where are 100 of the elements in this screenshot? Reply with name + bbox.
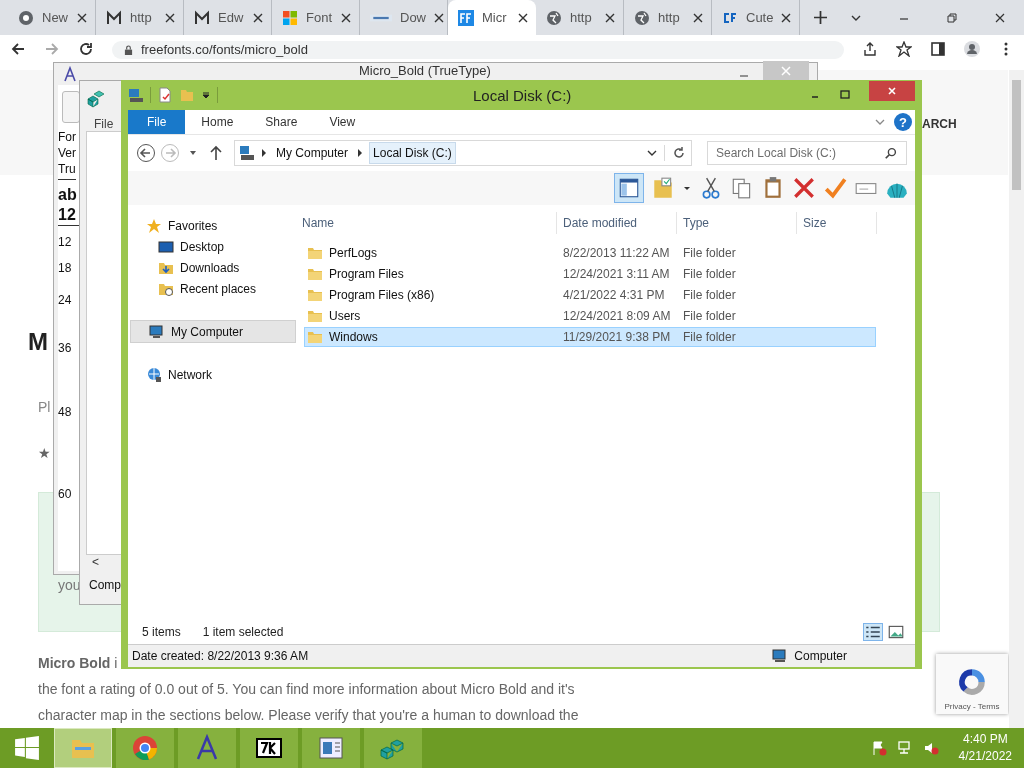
column-header[interactable]: Name <box>296 212 557 234</box>
lock-icon[interactable] <box>124 44 133 56</box>
nav-item[interactable]: My Computer <box>130 320 296 343</box>
computer-icon[interactable] <box>128 87 144 103</box>
column-header[interactable]: Type <box>677 212 797 234</box>
file-row[interactable]: Program Files (x86) 4/21/2022 4:31 PM File folder <box>304 285 876 305</box>
close-icon[interactable] <box>165 12 175 23</box>
back-icon[interactable] <box>10 41 26 57</box>
dropdown-icon[interactable] <box>201 90 211 100</box>
address-field[interactable]: freefonts.co/fonts/micro_bold <box>112 41 844 59</box>
cubes-icon <box>86 89 106 109</box>
nav-item[interactable]: Downloads <box>128 257 296 278</box>
side-panel-icon[interactable] <box>930 41 946 57</box>
close-icon <box>781 66 791 76</box>
file-row[interactable]: PerfLogs 8/22/2013 11:22 AM File folder <box>304 243 876 263</box>
close-icon[interactable] <box>693 12 703 23</box>
chrome-icon <box>131 734 159 762</box>
nav-item[interactable]: Favorites <box>128 215 296 236</box>
search-field[interactable]: Search Local Disk (C:) <box>707 141 907 165</box>
address-field[interactable]: My Computer Local Disk (C:) <box>234 140 692 166</box>
preview-pane-icon[interactable] <box>614 173 644 203</box>
folder-options-icon[interactable] <box>651 176 675 200</box>
ff-logo-icon <box>458 9 474 26</box>
computer-icon <box>149 323 165 340</box>
taskbar-app[interactable] <box>240 728 298 768</box>
close-icon[interactable] <box>605 12 615 23</box>
help-button[interactable]: ? <box>894 113 912 131</box>
reload-icon[interactable] <box>78 41 94 57</box>
network-icon[interactable] <box>896 740 913 756</box>
restore-icon[interactable] <box>946 11 958 24</box>
scroll-left-button[interactable]: < <box>92 555 99 569</box>
details-view-icon[interactable] <box>863 623 883 641</box>
nav-item[interactable]: Recent places <box>128 278 296 299</box>
start-icon[interactable] <box>14 735 40 761</box>
ribbon-tab[interactable]: Share <box>249 110 314 134</box>
new-tab-icon[interactable] <box>814 11 827 24</box>
desktop-icon <box>158 238 174 255</box>
globe-icon <box>634 9 650 26</box>
file-row[interactable]: Users 12/24/2021 8:09 AM File folder <box>304 306 876 326</box>
breadcrumb-item[interactable]: Local Disk (C:) <box>369 142 456 164</box>
chevron-right-icon[interactable] <box>357 148 364 158</box>
m-letter-icon <box>194 9 210 26</box>
page-text: Micro Bold i <box>38 654 118 673</box>
page-heading: M <box>28 328 48 356</box>
close-icon[interactable] <box>781 12 792 23</box>
ribbon-tab[interactable]: File <box>128 110 186 134</box>
breadcrumb-item[interactable]: My Computer <box>273 143 352 163</box>
date-text: 12/24/2021 3:11 AM <box>563 267 671 281</box>
close-icon[interactable] <box>994 11 1006 24</box>
close-icon[interactable] <box>77 12 87 23</box>
scrollbar[interactable] <box>1009 70 1024 728</box>
profile-icon[interactable] <box>964 41 980 57</box>
type-text: File folder <box>683 267 737 281</box>
close-icon <box>886 85 898 97</box>
close-icon[interactable] <box>341 12 351 23</box>
page-text: character map in the sections below. Please verify that you're a human to download the <box>38 706 579 725</box>
menu-item[interactable]: File <box>94 117 114 131</box>
details-text: Date created: 8/22/2013 9:36 AM <box>132 649 309 663</box>
flag-alert-icon[interactable] <box>870 740 887 756</box>
file-row[interactable]: Windows 11/29/2021 9:38 PM File folder <box>304 327 876 347</box>
bookmark-star-icon[interactable] <box>896 41 912 57</box>
file-name: Users <box>329 309 361 323</box>
font-info-text: Ver <box>58 145 76 161</box>
search-icon <box>884 146 898 160</box>
column-header[interactable]: Date modified <box>557 212 677 234</box>
status-text: Comp <box>89 578 121 592</box>
file-row[interactable]: Program Files 12/24/2021 3:11 AM File folder <box>304 264 876 284</box>
file-name: Program Files <box>329 267 404 281</box>
close-button[interactable] <box>869 81 915 101</box>
ribbon-tab[interactable]: View <box>313 110 372 134</box>
recaptcha-badge[interactable]: Privacy - Terms <box>936 654 1008 714</box>
column-header[interactable]: Size <box>797 212 877 234</box>
volume-muted-icon[interactable] <box>922 740 939 756</box>
nav-item[interactable]: Desktop <box>128 236 296 257</box>
checkmark-icon[interactable] <box>823 176 847 200</box>
delete-icon[interactable] <box>792 176 816 200</box>
folder-icon <box>307 329 323 345</box>
folder-icon <box>307 245 323 261</box>
refresh-icon[interactable] <box>664 145 687 161</box>
close-icon[interactable] <box>253 12 263 23</box>
large-icons-view-icon[interactable] <box>887 624 905 640</box>
computer-icon <box>772 648 789 664</box>
close-icon[interactable] <box>434 12 444 23</box>
maximize-icon[interactable] <box>839 89 851 101</box>
window-title: Local Disk (C:) <box>473 87 572 104</box>
nav-item[interactable]: Network <box>128 364 296 385</box>
ribbon-tab[interactable]: Home <box>185 110 250 134</box>
page-text: the font a rating of 0.0 out of 5. You can find more information about Micro Bold and it's <box>38 680 575 699</box>
search-link[interactable]: ARCH <box>922 117 957 131</box>
font-info-text: Tru <box>58 161 76 177</box>
share-icon[interactable] <box>862 41 878 57</box>
properties-icon[interactable] <box>157 87 173 103</box>
globe-icon <box>546 9 562 26</box>
chevron-right-icon[interactable] <box>261 148 267 158</box>
close-icon[interactable] <box>518 12 528 23</box>
size-label: 48 <box>58 405 72 419</box>
size-label: 18 <box>58 261 72 275</box>
back-icon[interactable] <box>136 143 156 163</box>
network-icon <box>146 366 162 383</box>
browser-tab[interactable]: Micr <box>448 0 536 35</box>
